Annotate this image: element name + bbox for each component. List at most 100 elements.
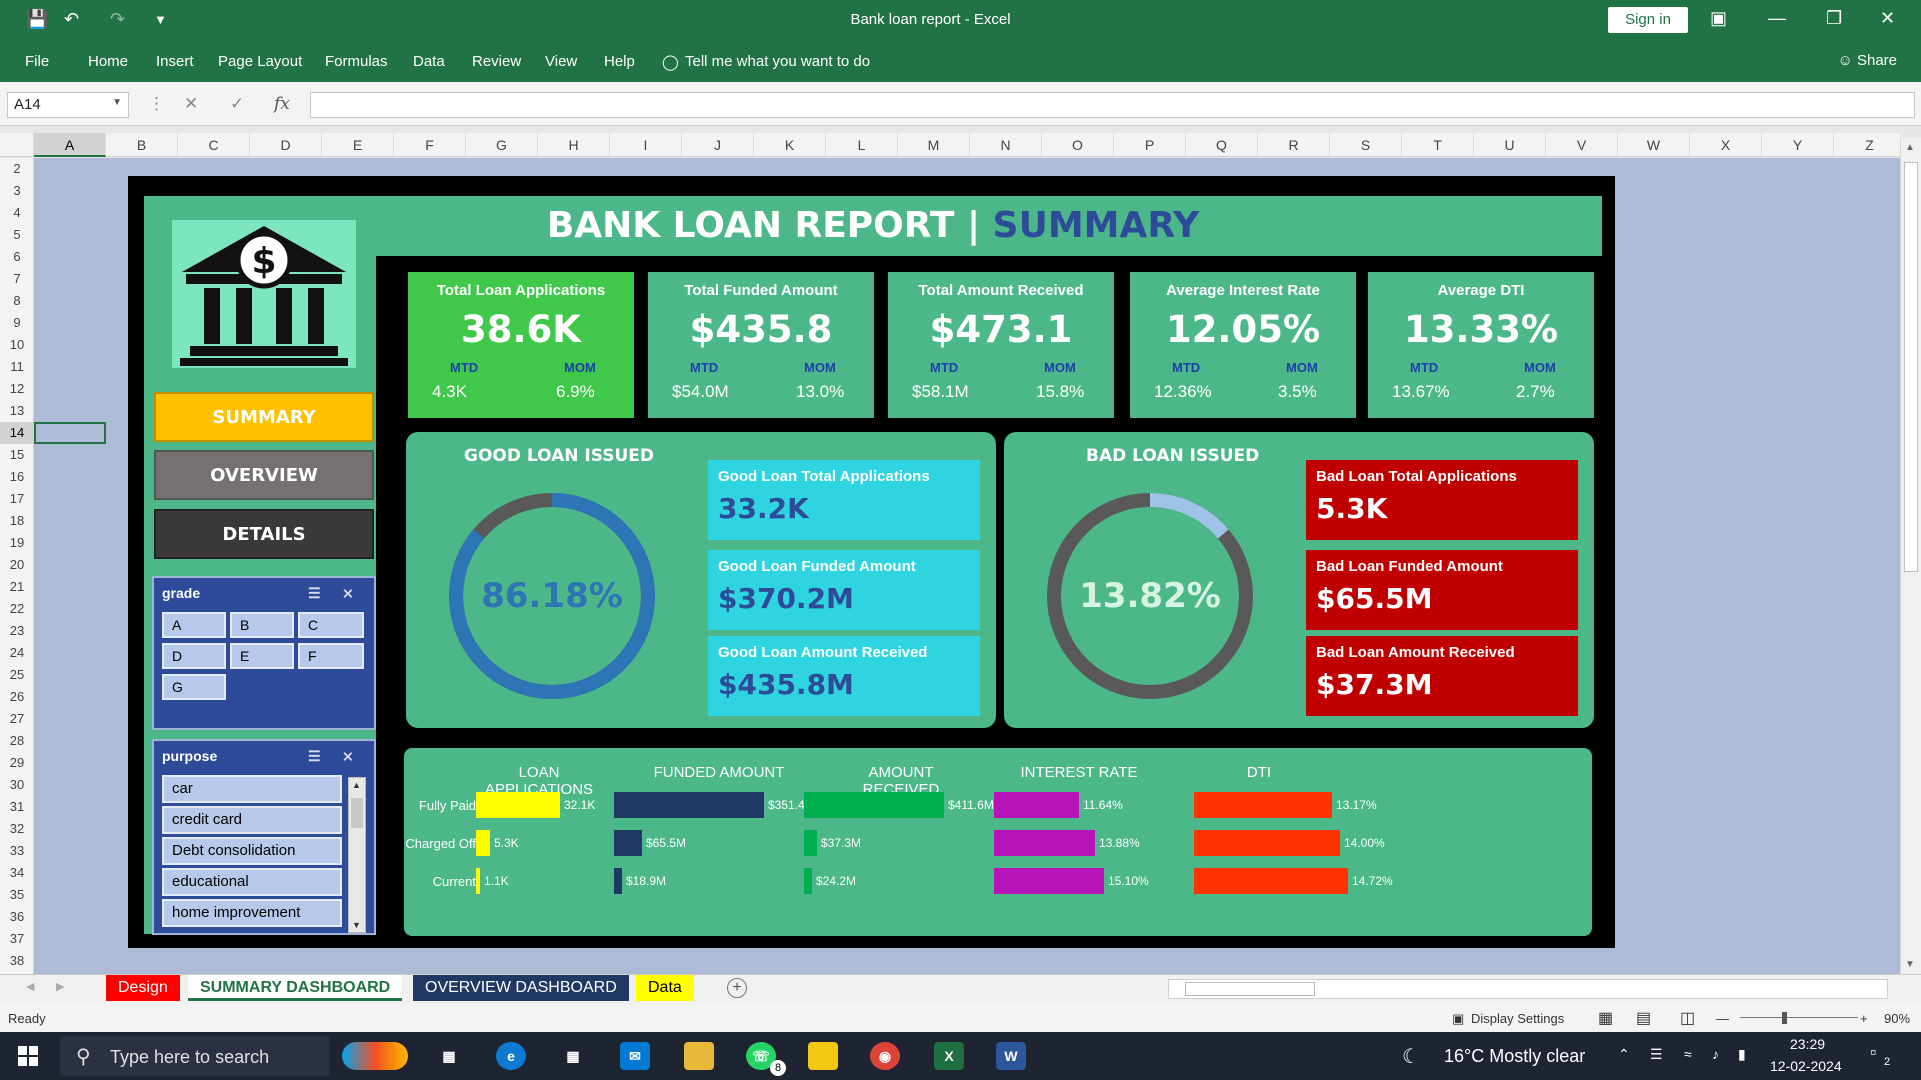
column-header-a[interactable]: A xyxy=(34,133,106,157)
next-sheet-icon[interactable]: ▶ xyxy=(56,980,64,993)
row-header-32[interactable]: 32 xyxy=(0,818,34,840)
minimize-icon[interactable]: — xyxy=(1768,8,1786,29)
page-layout-view-icon[interactable]: ▤ xyxy=(1636,1008,1651,1028)
row-header-28[interactable]: 28 xyxy=(0,730,34,752)
row-header-5[interactable]: 5 xyxy=(0,224,34,246)
column-header-e[interactable]: E xyxy=(322,133,394,157)
edge-browser-icon[interactable]: e xyxy=(496,1042,526,1070)
row-header-2[interactable]: 2 xyxy=(0,158,34,180)
row-header-17[interactable]: 17 xyxy=(0,488,34,510)
column-header-b[interactable]: B xyxy=(106,133,178,157)
row-header-37[interactable]: 37 xyxy=(0,928,34,950)
purpose-option-debt-consolidation[interactable]: Debt consolidation xyxy=(162,837,342,865)
purpose-option-home-improvement[interactable]: home improvement xyxy=(162,899,342,927)
row-header-21[interactable]: 21 xyxy=(0,576,34,598)
name-box[interactable]: A14 ▼ xyxy=(7,92,129,118)
column-header-z[interactable]: Z xyxy=(1834,133,1906,157)
purpose-scrollbar[interactable]: ▲ ▼ xyxy=(348,777,366,933)
tab-help[interactable]: Help xyxy=(604,53,635,70)
row-header-30[interactable]: 30 xyxy=(0,774,34,796)
vertical-scrollbar[interactable]: ▲ ▼ xyxy=(1900,138,1921,974)
row-header-26[interactable]: 26 xyxy=(0,686,34,708)
add-sheet-icon[interactable]: + xyxy=(727,978,747,998)
column-header-w[interactable]: W xyxy=(1618,133,1690,157)
page-break-view-icon[interactable]: ◫ xyxy=(1680,1008,1695,1028)
tab-formulas[interactable]: Formulas xyxy=(325,53,388,70)
summary-button[interactable]: SUMMARY xyxy=(154,392,374,442)
row-header-31[interactable]: 31 xyxy=(0,796,34,818)
selected-cell[interactable] xyxy=(34,422,106,444)
select-all-corner[interactable] xyxy=(0,133,34,157)
close-icon[interactable]: ✕ xyxy=(1880,8,1895,29)
row-header-36[interactable]: 36 xyxy=(0,906,34,928)
column-header-h[interactable]: H xyxy=(538,133,610,157)
row-header-11[interactable]: 11 xyxy=(0,356,34,378)
row-header-15[interactable]: 15 xyxy=(0,444,34,466)
clear-filter-icon[interactable]: ⨯ xyxy=(342,741,354,771)
scroll-thumb[interactable] xyxy=(1904,162,1918,572)
sheet-tab-overview-dashboard[interactable]: OVERVIEW DASHBOARD xyxy=(413,975,629,1001)
row-header-29[interactable]: 29 xyxy=(0,752,34,774)
scroll-down-icon[interactable]: ▼ xyxy=(1905,959,1915,970)
sheet-tab-data[interactable]: Data xyxy=(636,975,694,1001)
row-header-9[interactable]: 9 xyxy=(0,312,34,334)
column-header-v[interactable]: V xyxy=(1546,133,1618,157)
sheet-tab-design[interactable]: Design xyxy=(106,975,180,1001)
insert-function-icon[interactable]: fx xyxy=(274,94,290,114)
chrome-icon[interactable]: ◉ xyxy=(870,1042,900,1070)
column-header-k[interactable]: K xyxy=(754,133,826,157)
grade-option-d[interactable]: D xyxy=(162,643,226,669)
taskbar-search[interactable]: ⚲ Type here to search xyxy=(60,1036,330,1076)
scroll-down-icon[interactable]: ▼ xyxy=(352,920,361,930)
column-header-x[interactable]: X xyxy=(1690,133,1762,157)
purpose-option-educational[interactable]: educational xyxy=(162,868,342,896)
prev-sheet-icon[interactable]: ◀ xyxy=(26,980,34,993)
column-header-i[interactable]: I xyxy=(610,133,682,157)
chevron-down-icon[interactable]: ▼ xyxy=(112,97,122,108)
column-header-r[interactable]: R xyxy=(1258,133,1330,157)
tab-page-layout[interactable]: Page Layout xyxy=(218,53,302,70)
clear-filter-icon[interactable]: ⨯ xyxy=(342,578,354,608)
column-header-p[interactable]: P xyxy=(1114,133,1186,157)
grade-option-e[interactable]: E xyxy=(230,643,294,669)
tab-review[interactable]: Review xyxy=(472,53,521,70)
row-header-19[interactable]: 19 xyxy=(0,532,34,554)
tab-insert[interactable]: Insert xyxy=(156,53,194,70)
column-header-y[interactable]: Y xyxy=(1762,133,1834,157)
row-header-8[interactable]: 8 xyxy=(0,290,34,312)
excel-icon[interactable]: X xyxy=(934,1042,964,1070)
wifi-icon[interactable]: ≈ xyxy=(1684,1046,1692,1062)
ribbon-display-icon[interactable]: ▣ xyxy=(1710,8,1727,29)
multi-select-icon[interactable]: ☰ xyxy=(308,741,321,771)
purpose-option-credit-card[interactable]: credit card xyxy=(162,806,342,834)
mail-icon[interactable]: ✉ xyxy=(620,1042,650,1070)
purpose-option-car[interactable]: car xyxy=(162,775,342,803)
column-header-d[interactable]: D xyxy=(250,133,322,157)
column-header-c[interactable]: C xyxy=(178,133,250,157)
grade-option-b[interactable]: B xyxy=(230,612,294,638)
column-header-s[interactable]: S xyxy=(1330,133,1402,157)
row-header-18[interactable]: 18 xyxy=(0,510,34,532)
zoom-in-icon[interactable]: + xyxy=(1860,1011,1868,1026)
display-settings-button[interactable]: Display Settings xyxy=(1471,1011,1564,1026)
cancel-icon[interactable]: ✕ xyxy=(184,94,198,114)
row-header-25[interactable]: 25 xyxy=(0,664,34,686)
row-header-13[interactable]: 13 xyxy=(0,400,34,422)
restore-icon[interactable]: ❐ xyxy=(1826,8,1842,29)
tray-chevron-icon[interactable]: ⌃ xyxy=(1618,1046,1630,1063)
tab-data[interactable]: Data xyxy=(413,53,445,70)
tab-view[interactable]: View xyxy=(545,53,577,70)
scroll-up-icon[interactable]: ▲ xyxy=(352,780,361,790)
overview-button[interactable]: OVERVIEW xyxy=(154,450,374,500)
column-header-q[interactable]: Q xyxy=(1186,133,1258,157)
scroll-thumb[interactable] xyxy=(351,798,363,828)
column-header-g[interactable]: G xyxy=(466,133,538,157)
grade-option-g[interactable]: G xyxy=(162,674,226,700)
scroll-thumb[interactable] xyxy=(1185,982,1315,996)
clock-date[interactable]: 12-02-2024 xyxy=(1770,1058,1842,1074)
scroll-up-icon[interactable]: ▲ xyxy=(1905,142,1915,153)
row-header-35[interactable]: 35 xyxy=(0,884,34,906)
tell-me-search[interactable]: Tell me what you want to do xyxy=(685,53,870,70)
row-header-34[interactable]: 34 xyxy=(0,862,34,884)
row-header-4[interactable]: 4 xyxy=(0,202,34,224)
